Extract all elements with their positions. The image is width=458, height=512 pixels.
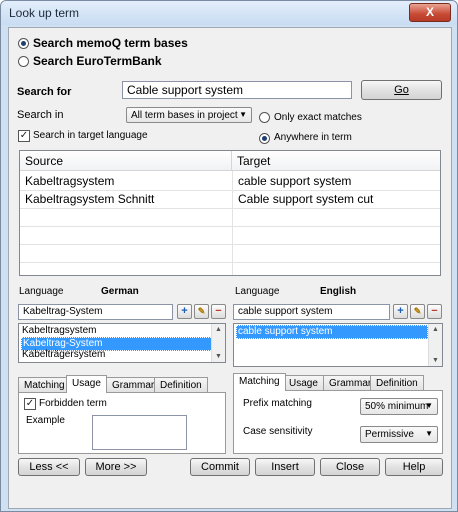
close-button-label: Close (335, 461, 365, 473)
right-tab-panel: Prefix matching 50% minimum ▼ Case sensi… (233, 390, 443, 454)
title-bar: Look up term X (1, 1, 457, 25)
forbidden-term-checkbox[interactable]: ✓ (24, 398, 36, 410)
example-label: Example (26, 415, 65, 426)
row-divider (20, 226, 440, 227)
chevron-down-icon: ▼ (239, 110, 247, 119)
go-button-label: Go (394, 84, 409, 96)
search-memoq-label[interactable]: Search memoQ term bases (33, 36, 188, 50)
case-sensitivity-dropdown[interactable]: Permissive ▼ (360, 426, 438, 443)
left-tab-definition[interactable]: Definition (154, 377, 208, 393)
left-language-label: Language (19, 286, 64, 297)
result-target-cell[interactable]: Cable support system cut (233, 190, 440, 208)
right-tab-matching[interactable]: Matching (233, 373, 286, 391)
list-item-selected[interactable]: cable support system (236, 325, 428, 339)
anywhere-in-term-label[interactable]: Anywhere in term (274, 132, 352, 143)
row-divider (20, 244, 440, 245)
right-tab-definition[interactable]: Definition (370, 375, 424, 391)
more-button-label: More >> (95, 461, 137, 473)
help-button-label: Help (402, 461, 426, 473)
left-tab-grammar[interactable]: Grammar (106, 377, 161, 393)
add-term-button[interactable]: + (393, 304, 408, 319)
left-tab-matching[interactable]: Matching (18, 377, 71, 393)
right-term-input[interactable]: cable support system (233, 304, 390, 320)
dialog-client: Search memoQ term bases Search EuroTermB… (8, 27, 452, 509)
results-grid: Source Target Kabeltragsystem cable supp… (19, 150, 441, 276)
target-language-checkbox[interactable]: ✓ (18, 130, 30, 142)
go-button[interactable]: Go (361, 80, 442, 100)
less-button[interactable]: Less << (18, 458, 80, 476)
commit-button-label: Commit (201, 461, 239, 473)
list-item[interactable]: Kabeltragsystem (21, 325, 97, 337)
prefix-matching-dropdown[interactable]: 50% minimum ▼ (360, 398, 438, 415)
right-list-scrollbar[interactable]: ▲ ▼ (428, 324, 442, 366)
add-term-button[interactable]: + (177, 304, 192, 319)
search-input[interactable]: Cable support system (122, 81, 352, 99)
edit-term-button[interactable]: ✎ (194, 304, 209, 319)
left-language-value: German (101, 286, 139, 297)
result-source-cell[interactable]: Kabeltragsystem (20, 172, 232, 190)
search-in-dropdown[interactable]: All term bases in project ▼ (126, 107, 252, 123)
less-button-label: Less << (29, 461, 69, 473)
left-term-input[interactable]: Kabeltrag-System (18, 304, 173, 320)
scroll-down-icon[interactable]: ▼ (429, 355, 442, 366)
target-language-label[interactable]: Search in target language (33, 130, 148, 141)
prefix-matching-label: Prefix matching (243, 398, 312, 409)
row-divider (20, 262, 440, 263)
search-memoq-radio[interactable] (18, 38, 29, 49)
forbidden-term-label[interactable]: Forbidden term (39, 398, 107, 409)
exact-matches-label[interactable]: Only exact matches (274, 112, 362, 123)
right-term-list[interactable]: cable support system ▲ ▼ (233, 323, 443, 367)
left-list-scrollbar[interactable]: ▲ ▼ (211, 324, 225, 362)
search-eurotermbank-radio[interactable] (18, 56, 29, 67)
remove-term-button[interactable]: − (211, 304, 226, 319)
look-up-term-dialog: Look up term X Search memoQ term bases S… (0, 0, 458, 512)
row-divider (20, 208, 440, 209)
chevron-down-icon: ▼ (425, 429, 433, 438)
scroll-up-icon[interactable]: ▲ (429, 324, 442, 335)
left-tab-panel: ✓ Forbidden term Example (18, 392, 226, 454)
right-tab-usage[interactable]: Usage (283, 375, 324, 391)
right-language-value: English (320, 286, 357, 297)
insert-button-label: Insert (271, 461, 299, 473)
result-target-cell[interactable]: cable support system (233, 172, 440, 190)
window-title: Look up term (9, 6, 80, 20)
column-header-source[interactable]: Source (20, 151, 232, 171)
exact-matches-radio[interactable] (259, 112, 270, 123)
right-language-label: Language (235, 286, 280, 297)
example-input[interactable] (92, 415, 187, 450)
edit-term-button[interactable]: ✎ (410, 304, 425, 319)
left-term-list[interactable]: Kabeltragsystem Kabeltrag-System Kabeltr… (18, 323, 226, 363)
search-in-value: All term bases in project (131, 110, 238, 121)
help-button[interactable]: Help (385, 458, 443, 476)
search-for-label: Search for (17, 86, 72, 98)
anywhere-in-term-radio[interactable] (259, 133, 270, 144)
commit-button[interactable]: Commit (190, 458, 250, 476)
window-close-button[interactable]: X (409, 3, 451, 22)
chevron-down-icon: ▼ (425, 401, 433, 410)
insert-button[interactable]: Insert (255, 458, 315, 476)
list-item[interactable]: Kabelträgersystem (21, 349, 106, 361)
case-sensitivity-value: Permissive (365, 429, 414, 440)
scroll-down-icon[interactable]: ▼ (212, 351, 225, 362)
result-source-cell[interactable]: Kabeltragsystem Schnitt (20, 190, 232, 208)
case-sensitivity-label: Case sensitivity (243, 426, 313, 437)
more-button[interactable]: More >> (85, 458, 147, 476)
search-in-label: Search in (17, 109, 64, 121)
scroll-up-icon[interactable]: ▲ (212, 324, 225, 335)
close-button[interactable]: Close (320, 458, 380, 476)
left-tab-usage[interactable]: Usage (66, 375, 107, 393)
column-header-target[interactable]: Target (232, 151, 440, 171)
remove-term-button[interactable]: − (427, 304, 442, 319)
prefix-matching-value: 50% minimum (365, 401, 429, 412)
search-eurotermbank-label[interactable]: Search EuroTermBank (33, 54, 162, 68)
